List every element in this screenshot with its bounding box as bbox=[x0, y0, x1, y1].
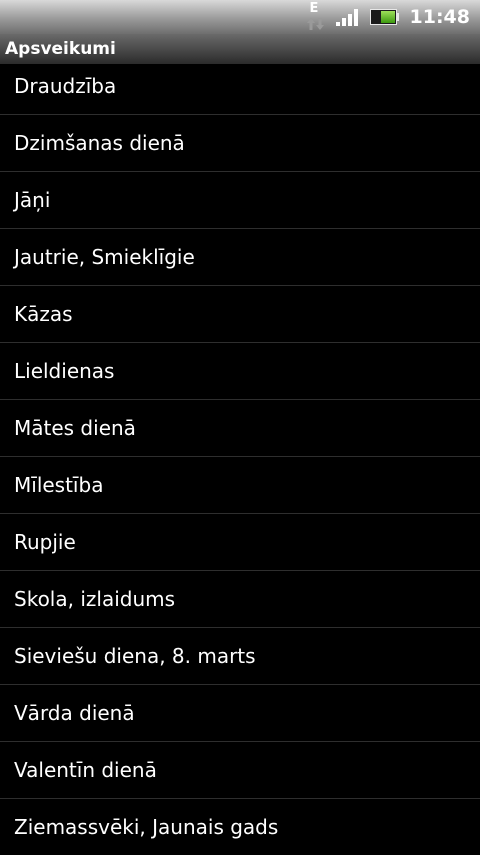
list-item[interactable]: Mīlestība bbox=[0, 457, 480, 514]
battery-body bbox=[369, 9, 397, 25]
list-item[interactable]: Rupjie bbox=[0, 514, 480, 571]
list-item[interactable]: Dzimšanas dienā bbox=[0, 115, 480, 172]
list-item[interactable]: Sieviešu diena, 8. marts bbox=[0, 628, 480, 685]
battery-level-fill bbox=[380, 11, 395, 23]
list-item[interactable]: Valentīn dienā bbox=[0, 742, 480, 799]
signal-bar-4 bbox=[353, 9, 358, 26]
signal-bar-2 bbox=[341, 18, 346, 26]
list-item-label: Valentīn dienā bbox=[14, 758, 157, 782]
status-bar: E 11:48 bbox=[0, 0, 480, 34]
list-item-label: Ziemassvēki, Jaunais gads bbox=[14, 815, 279, 839]
battery-icon bbox=[369, 9, 400, 25]
signal-bar-1 bbox=[335, 22, 340, 26]
list-item[interactable]: Jāņi bbox=[0, 172, 480, 229]
list-item-label: Jautrie, Smieklīgie bbox=[14, 245, 195, 269]
list-item[interactable]: Lieldienas bbox=[0, 343, 480, 400]
list-item-label: Skola, izlaidums bbox=[14, 587, 176, 611]
list-item-label: Mātes dienā bbox=[14, 416, 136, 440]
list-item-label: Mīlestība bbox=[14, 473, 104, 497]
list-item[interactable]: Jautrie, Smieklīgie bbox=[0, 229, 480, 286]
list-item-label: Lieldienas bbox=[14, 359, 115, 383]
data-arrows-icon bbox=[306, 18, 324, 30]
list-item[interactable]: Draudzība bbox=[0, 58, 480, 115]
list-item[interactable]: Skola, izlaidums bbox=[0, 571, 480, 628]
list-item-label: Kāzas bbox=[14, 302, 73, 326]
list-item-label: Jāņi bbox=[14, 188, 51, 212]
list-item-label: Dzimšanas dienā bbox=[14, 131, 185, 155]
list-item[interactable]: Ziemassvēki, Jaunais gads bbox=[0, 799, 480, 855]
status-clock: 11:48 bbox=[409, 6, 470, 28]
list-item-label: Rupjie bbox=[14, 530, 76, 554]
list-item-label: Sieviešu diena, 8. marts bbox=[14, 644, 256, 668]
network-activity-icon: E bbox=[306, 2, 326, 32]
list-item-label: Vārda dienā bbox=[14, 701, 135, 725]
category-list: Draudzība Dzimšanas dienā Jāņi Jautrie, Smi… bbox=[0, 58, 480, 855]
list-item-label: Draudzība bbox=[14, 74, 117, 98]
list-item[interactable]: Kāzas bbox=[0, 286, 480, 343]
signal-bar-3 bbox=[347, 14, 352, 26]
list-item[interactable]: Mātes dienā bbox=[0, 400, 480, 457]
status-icons: E 11:48 bbox=[306, 0, 470, 34]
list-item[interactable]: Vārda dienā bbox=[0, 685, 480, 742]
network-type-label: E bbox=[309, 1, 319, 16]
battery-tip bbox=[395, 13, 399, 21]
signal-strength-icon bbox=[335, 8, 360, 26]
